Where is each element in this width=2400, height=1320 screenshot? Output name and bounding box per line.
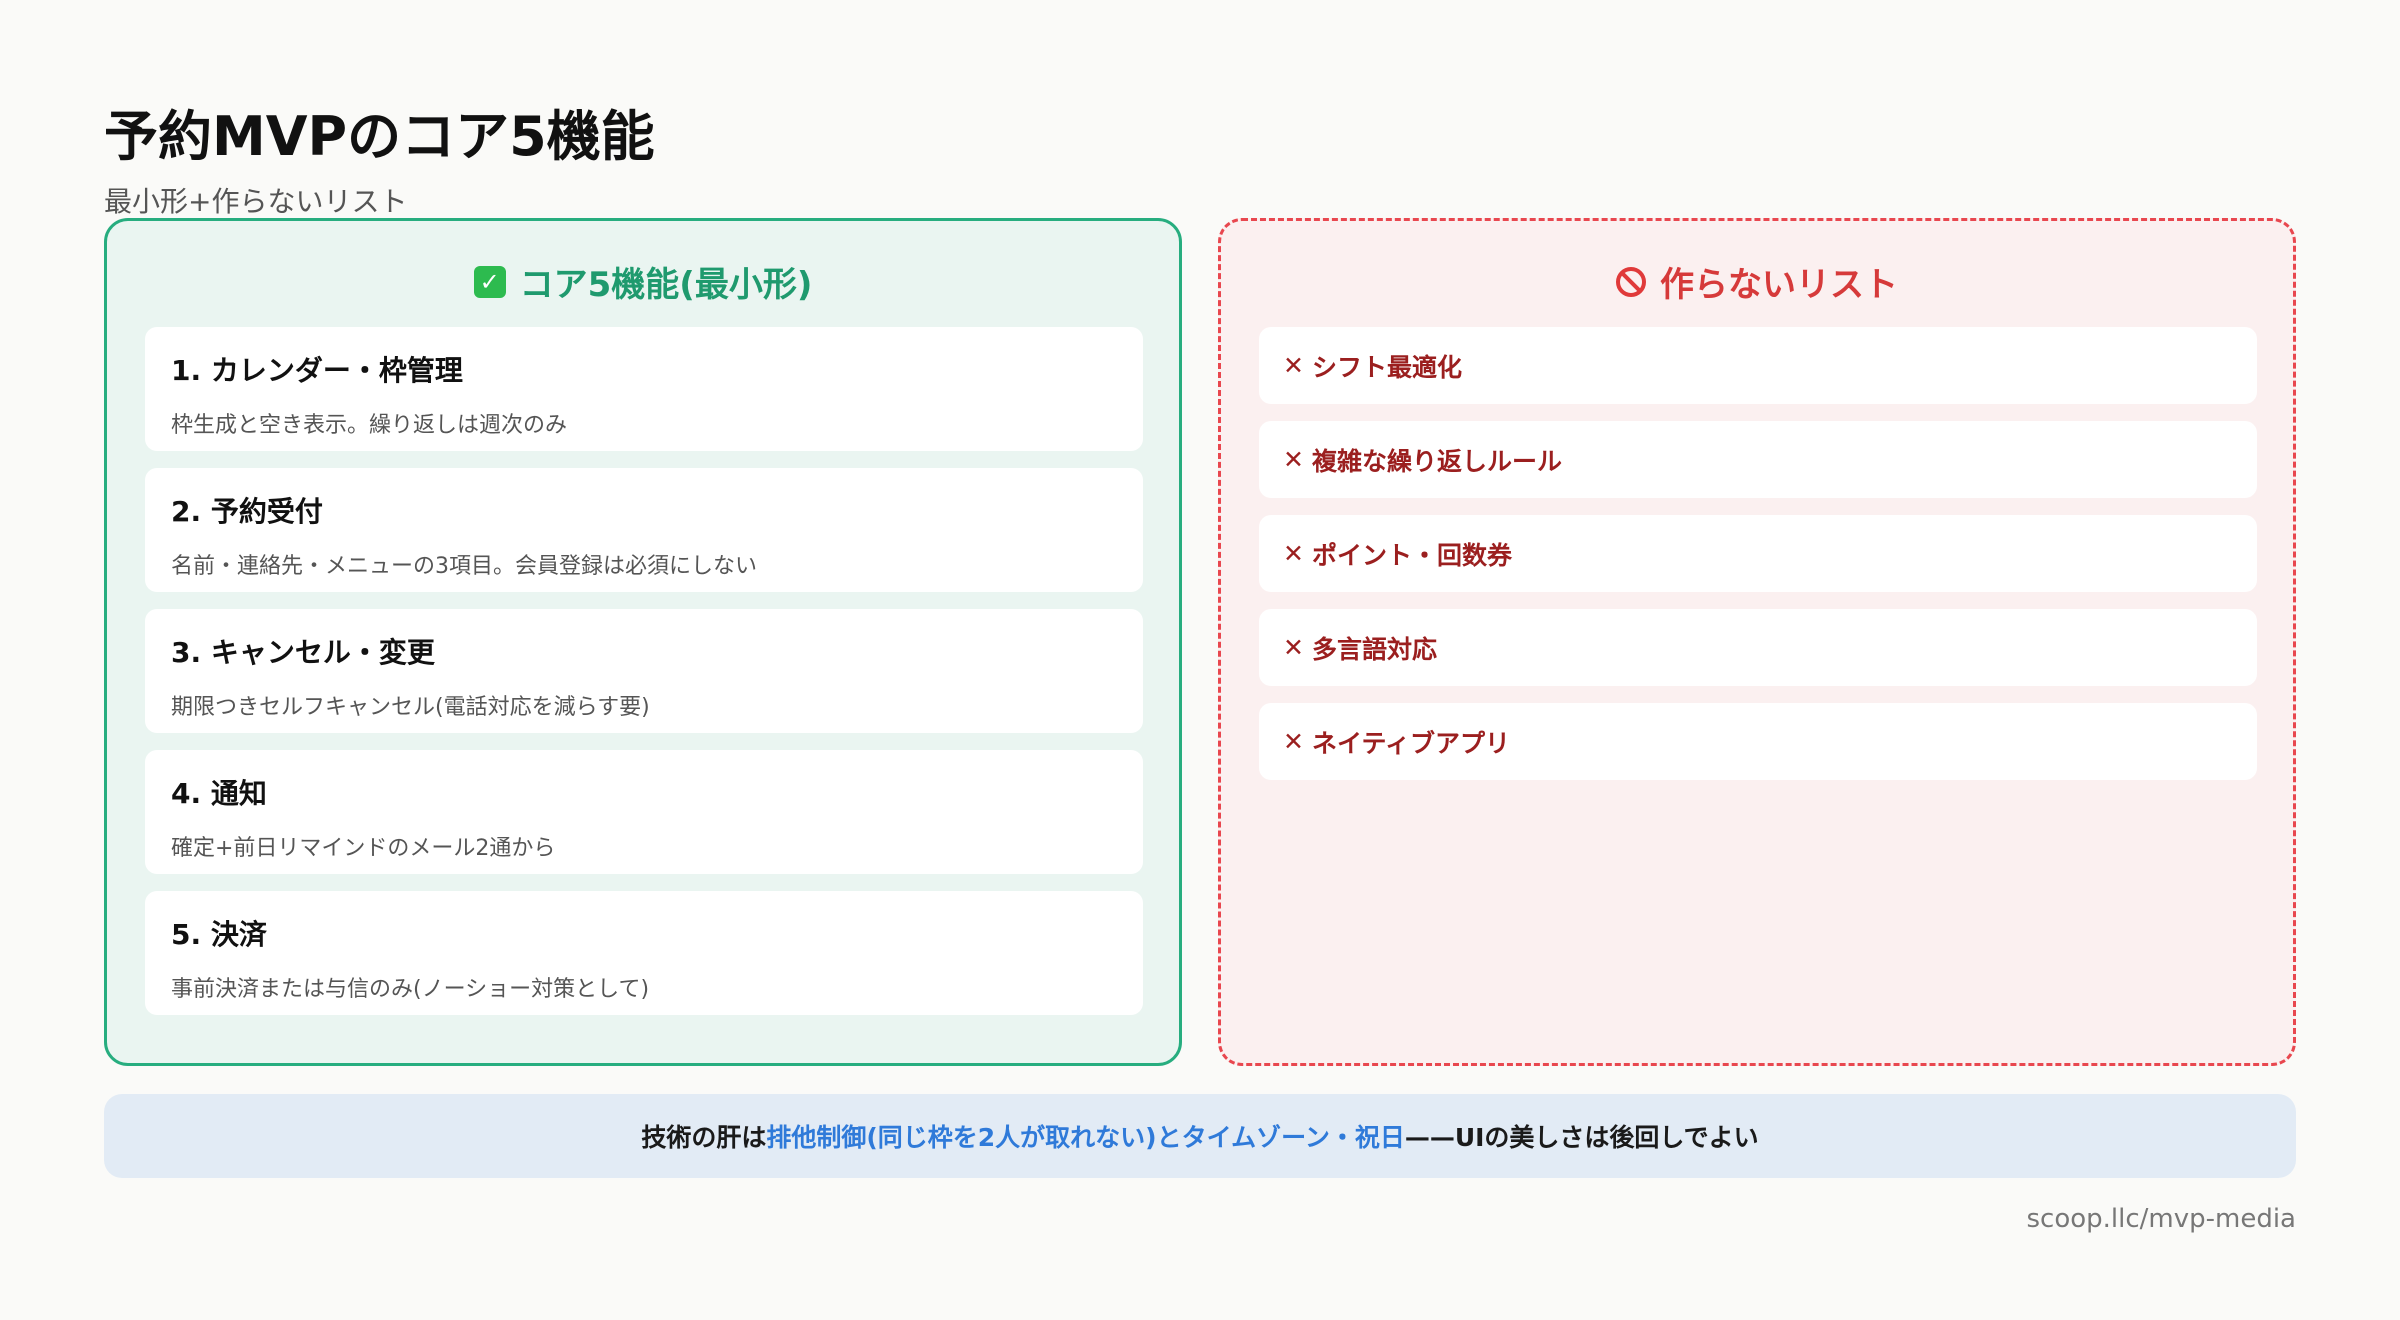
check-icon: ✓ bbox=[473, 265, 506, 298]
core-feature-desc: 確定+前日リマインドのメール2通から bbox=[171, 836, 556, 861]
core-feature-desc: 枠生成と空き表示。繰り返しは週次のみ bbox=[171, 413, 568, 438]
core-feature-desc: 期限つきセルフキャンセル(電話対応を減らす要) bbox=[171, 695, 650, 720]
core-feature-name: 3. キャンセル・変更 bbox=[171, 636, 435, 669]
core-feature-desc: 名前・連絡先・メニューの3項目。会員登録は必須にしない bbox=[171, 554, 757, 579]
core-feature-item: 5. 決済 事前決済または与信のみ(ノーショー対策として) bbox=[145, 891, 1143, 1015]
dont-build-item-label: ポイント・回数券 bbox=[1311, 540, 1512, 570]
page-title: 予約MVPのコア5機能 bbox=[104, 105, 655, 168]
core-feature-name: 5. 決済 bbox=[171, 918, 267, 951]
dont-build-panel: 作らないリスト ✕ シフト最適化 ✕ 複雑な繰り返しルール ✕ ポイント・回数券… bbox=[1218, 218, 2296, 1066]
dont-build-heading-label: 作らないリスト bbox=[1660, 265, 1898, 305]
core-features-panel: ✓ コア5機能(最小形) 1. カレンダー・枠管理 枠生成と空き表示。繰り返しは… bbox=[104, 218, 1182, 1066]
dont-build-item-label: ネイティブアプリ bbox=[1311, 728, 1510, 758]
cross-icon: ✕ bbox=[1283, 727, 1304, 756]
core-feature-item: 2. 予約受付 名前・連絡先・メニューの3項目。会員登録は必須にしない bbox=[145, 468, 1143, 592]
cross-icon: ✕ bbox=[1283, 351, 1304, 380]
dont-build-item: ✕ 多言語対応 bbox=[1259, 609, 2257, 686]
dont-build-item: ✕ ネイティブアプリ bbox=[1259, 703, 2257, 780]
page-subtitle: 最小形+作らないリスト bbox=[104, 185, 408, 218]
dont-build-item-label: 多言語対応 bbox=[1311, 634, 1437, 664]
key-point-callout: 技術の肝は 排他制御(同じ枠を2人が取れない)とタイムゾーン・祝日 ——UIの美… bbox=[104, 1094, 2296, 1178]
core-feature-name: 4. 通知 bbox=[171, 777, 267, 810]
core-feature-item: 1. カレンダー・枠管理 枠生成と空き表示。繰り返しは週次のみ bbox=[145, 327, 1143, 451]
dont-build-item-label: シフト最適化 bbox=[1311, 352, 1462, 382]
core-feature-name: 1. カレンダー・枠管理 bbox=[171, 354, 463, 387]
callout-tail: ——UIの美しさは後回しでよい bbox=[1404, 1123, 1759, 1152]
core-feature-item: 4. 通知 確定+前日リマインドのメール2通から bbox=[145, 750, 1143, 874]
core-feature-desc: 事前決済または与信のみ(ノーショー対策として) bbox=[171, 977, 650, 1002]
callout-highlight: 排他制御(同じ枠を2人が取れない)とタイムゾーン・祝日 bbox=[766, 1123, 1405, 1152]
dont-build-item: ✕ ポイント・回数券 bbox=[1259, 515, 2257, 592]
core-features-list: 1. カレンダー・枠管理 枠生成と空き表示。繰り返しは週次のみ 2. 予約受付 … bbox=[145, 327, 1143, 1032]
dont-build-item: ✕ シフト最適化 bbox=[1259, 327, 2257, 404]
no-entry-icon bbox=[1616, 266, 1646, 297]
source-credit: scoop.llc/mvp-media bbox=[2026, 1204, 2296, 1234]
dont-build-item: ✕ 複雑な繰り返しルール bbox=[1259, 421, 2257, 498]
cross-icon: ✕ bbox=[1283, 633, 1304, 662]
core-feature-item: 3. キャンセル・変更 期限つきセルフキャンセル(電話対応を減らす要) bbox=[145, 609, 1143, 733]
dont-build-item-label: 複雑な繰り返しルール bbox=[1311, 446, 1562, 476]
core-feature-name: 2. 予約受付 bbox=[171, 495, 323, 528]
cross-icon: ✕ bbox=[1283, 445, 1304, 474]
dont-build-list: ✕ シフト最適化 ✕ 複雑な繰り返しルール ✕ ポイント・回数券 ✕ 多言語対応… bbox=[1259, 327, 2257, 797]
cross-icon: ✕ bbox=[1283, 539, 1304, 568]
callout-lead: 技術の肝は bbox=[641, 1123, 767, 1152]
core-features-heading-label: コア5機能(最小形) bbox=[519, 265, 813, 305]
core-features-heading: ✓ コア5機能(最小形) bbox=[107, 257, 1179, 306]
dont-build-heading: 作らないリスト bbox=[1221, 257, 2293, 306]
